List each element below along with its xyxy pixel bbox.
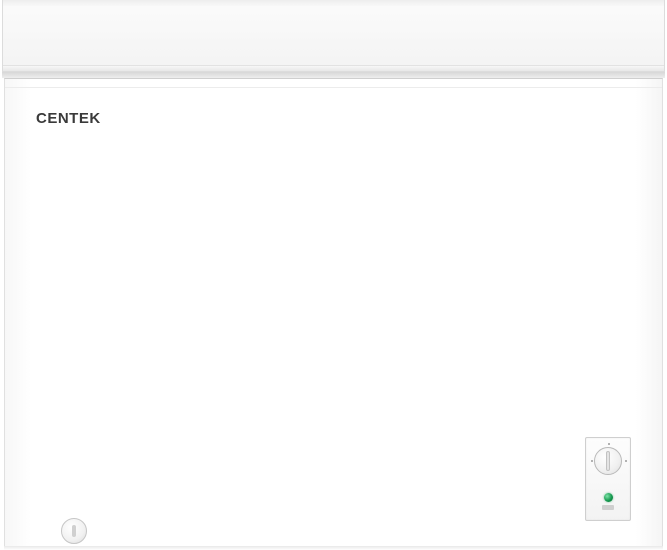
lid-top-face xyxy=(3,0,664,6)
led-caption xyxy=(602,505,614,510)
body-seam xyxy=(5,87,662,88)
scale-mark xyxy=(625,460,627,462)
lid-bevel xyxy=(3,65,664,71)
keyhole xyxy=(72,525,76,537)
freezer-body: CENTEK xyxy=(4,78,663,548)
chest-freezer-photo: CENTEK xyxy=(0,0,667,550)
floor-shadow xyxy=(4,546,663,550)
thermostat-knob-icon[interactable] xyxy=(594,447,622,475)
control-panel xyxy=(585,437,631,521)
scale-mark xyxy=(608,443,610,445)
knob-grip xyxy=(606,451,610,471)
brand-logo: CENTEK xyxy=(36,110,101,127)
lock-icon[interactable] xyxy=(61,518,87,544)
scale-mark xyxy=(591,460,593,462)
green-led-icon xyxy=(604,493,613,502)
freezer-lid[interactable] xyxy=(2,0,665,72)
